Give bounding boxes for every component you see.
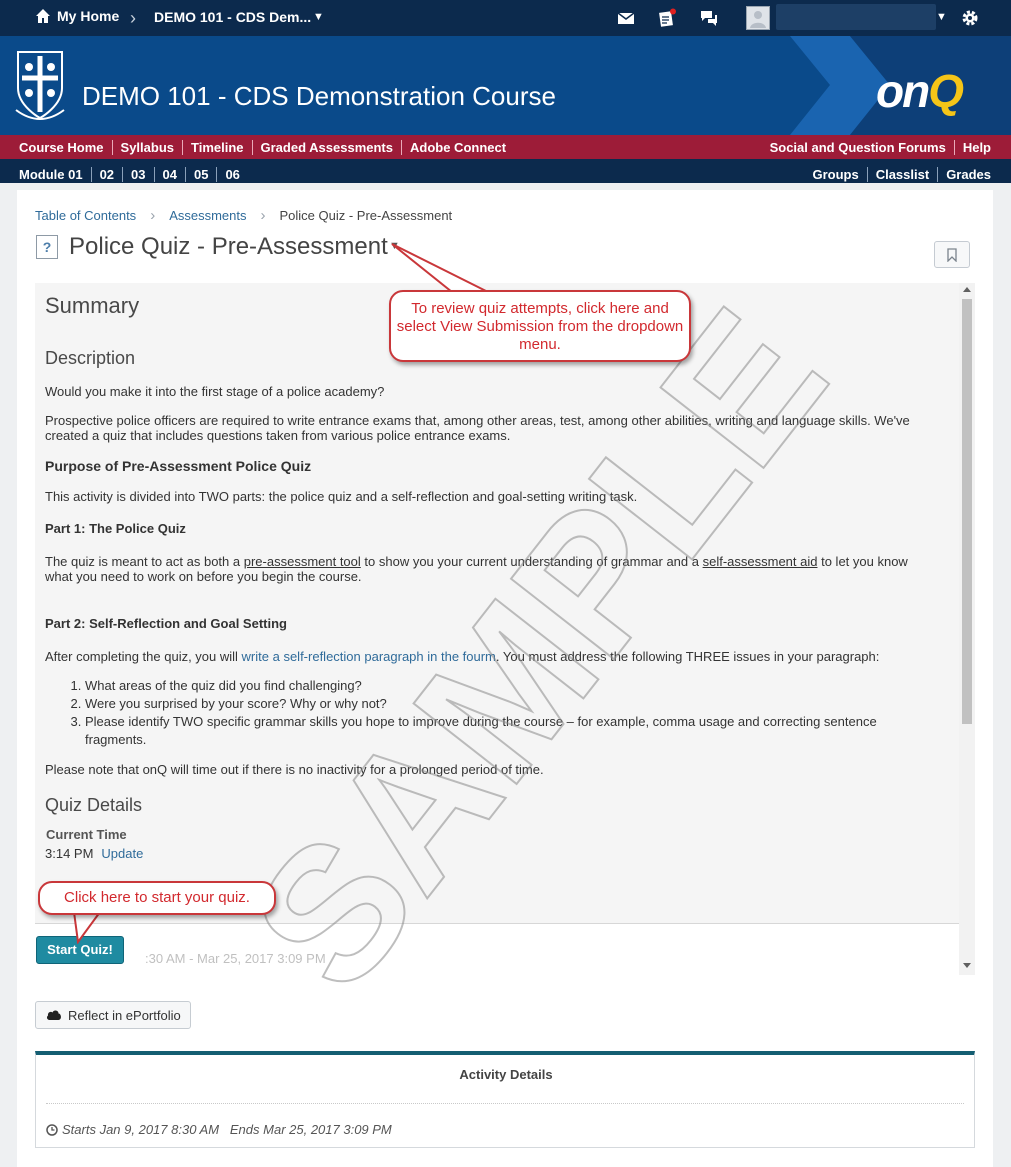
nav-module-04[interactable]: 04 [153, 167, 185, 182]
nav-classlist[interactable]: Classlist [866, 167, 937, 182]
course-banner: DEMO 101 - CDS Demonstration Course onQ [0, 36, 1011, 135]
pre-assessment-tool-text: pre-assessment tool [243, 554, 361, 569]
course-navbar: Course Home Syllabus Timeline Graded Ass… [0, 135, 1011, 159]
callout-pointer [72, 911, 102, 944]
chat-icon[interactable] [699, 8, 719, 28]
nav-module-03[interactable]: 03 [122, 167, 153, 182]
purpose-heading: Purpose of Pre-Assessment Police Quiz [45, 458, 312, 474]
self-assessment-aid-text: self-assessment aid [702, 554, 818, 569]
list-item: What areas of the quiz did you find chal… [85, 677, 899, 695]
nav-module-02[interactable]: 02 [90, 167, 122, 182]
my-home-link[interactable]: My Home [35, 8, 119, 24]
scrollbar-thumb[interactable] [962, 299, 972, 724]
breadcrumb-assessments[interactable]: Assessments [169, 208, 246, 223]
top-navbar: My Home › DEMO 101 - CDS Dem... ▼ ▼ [0, 0, 1011, 36]
part1-paragraph: The quiz is meant to act as both a pre-a… [45, 554, 908, 584]
current-time: 3:14 PM Update [45, 846, 144, 861]
nav-module-01[interactable]: Module 01 [19, 167, 91, 182]
description-intro: Would you make it into the first stage o… [45, 384, 385, 399]
quiz-summary-frame: Summary Description Would you make it in… [35, 283, 959, 975]
breadcrumb: Table of Contents › Assessments › Police… [35, 207, 452, 224]
nav-help[interactable]: Help [953, 140, 991, 155]
description-heading: Description [45, 348, 136, 368]
course-selector[interactable]: DEMO 101 - CDS Dem... [154, 9, 311, 25]
activity-details-title: Activity Details [459, 1067, 553, 1082]
nav-adobe-connect[interactable]: Adobe Connect [401, 140, 506, 155]
activity-dates: Starts Jan 9, 2017 8:30 AM Ends Mar 25, … [46, 1122, 392, 1137]
nav-forums[interactable]: Social and Question Forums [770, 140, 954, 155]
list-item: Please identify TWO specific grammar ski… [85, 713, 899, 749]
cloud-icon [46, 1010, 61, 1020]
scroll-up-icon[interactable] [963, 287, 971, 292]
activity-details-panel: Activity Details Starts Jan 9, 2017 8:30… [35, 1051, 975, 1148]
breadcrumb-table-of-contents[interactable]: Table of Contents [35, 208, 136, 223]
chevron-down-icon[interactable]: ▼ [936, 11, 947, 23]
nav-groups[interactable]: Groups [812, 167, 866, 182]
description-paragraph: Prospective police officers are required… [45, 413, 910, 443]
my-home-label: My Home [57, 8, 120, 24]
issues-list: What areas of the quiz did you find chal… [69, 677, 899, 749]
nav-module-06[interactable]: 06 [216, 167, 240, 182]
review-attempts-callout: To review quiz attempts, click here and … [389, 290, 691, 362]
chevron-down-icon[interactable]: ▼ [313, 11, 324, 23]
username-redacted[interactable] [776, 4, 936, 30]
part2-heading: Part 2: Self-Reflection and Goal Setting [45, 616, 287, 631]
chevron-right-icon: › [130, 8, 136, 28]
chevron-right-icon: › [260, 207, 266, 224]
list-item: Were you surprised by your score? Why or… [85, 695, 899, 713]
gear-icon[interactable] [960, 8, 980, 28]
purpose-paragraph: This activity is divided into TWO parts:… [45, 489, 638, 504]
part2-paragraph: After completing the quiz, you will writ… [45, 649, 880, 664]
clock-icon [46, 1123, 58, 1136]
divider [46, 1103, 964, 1104]
bookmark-button[interactable] [934, 241, 970, 268]
update-link[interactable]: Update [101, 846, 143, 861]
timeout-note: Please note that onQ will time out if th… [45, 762, 544, 777]
nav-graded-assessments[interactable]: Graded Assessments [251, 140, 401, 155]
quiz-details-heading: Quiz Details [45, 795, 143, 815]
chevron-right-icon: › [150, 207, 156, 224]
home-icon [36, 9, 50, 23]
nav-module-05[interactable]: 05 [184, 167, 216, 182]
bookmark-icon [947, 247, 957, 262]
self-reflection-forum-link[interactable]: write a self-reflection paragraph in the… [242, 649, 496, 664]
frame-footer [35, 923, 959, 975]
nav-grades[interactable]: Grades [937, 167, 991, 182]
assignment-alert-icon[interactable] [657, 8, 677, 28]
onq-logo: onQ [876, 65, 964, 117]
start-quiz-callout: Click here to start your quiz. [38, 881, 276, 915]
scroll-down-icon[interactable] [963, 963, 971, 968]
module-navbar: Module 01 02 03 04 05 06 Groups Classlis… [0, 159, 1011, 183]
quiz-availability-dates: :30 AM - Mar 25, 2017 3:09 PM [145, 951, 326, 966]
page-title: Police Quiz - Pre-Assessment [69, 233, 388, 260]
quiz-icon: ? [36, 235, 58, 259]
breadcrumb-current: Police Quiz - Pre-Assessment [279, 208, 453, 223]
reflect-label: Reflect in ePortfolio [68, 1007, 181, 1023]
part1-heading: Part 1: The Police Quiz [45, 521, 186, 536]
avatar[interactable] [746, 6, 770, 30]
frame-scrollbar[interactable] [959, 283, 975, 975]
nav-syllabus[interactable]: Syllabus [111, 140, 182, 155]
current-time-label: Current Time [46, 827, 127, 842]
reflect-eportfolio-button[interactable]: Reflect in ePortfolio [35, 1001, 191, 1029]
university-crest-icon [15, 51, 65, 120]
mail-icon[interactable] [616, 8, 636, 28]
nav-timeline[interactable]: Timeline [182, 140, 252, 155]
course-title: DEMO 101 - CDS Demonstration Course [82, 81, 556, 111]
summary-heading: Summary [45, 293, 140, 318]
nav-course-home[interactable]: Course Home [19, 140, 112, 155]
